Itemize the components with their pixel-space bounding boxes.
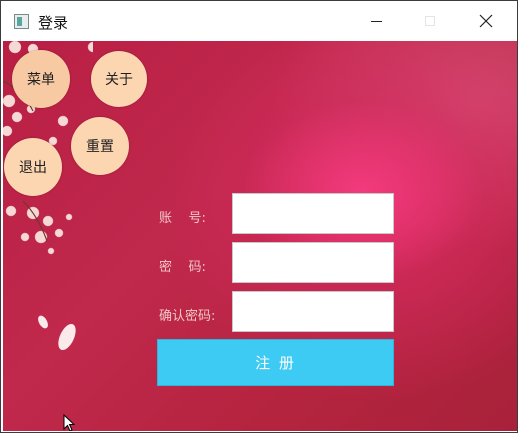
confirm-password-input[interactable] [232,291,394,332]
minimize-icon [370,20,382,22]
password-label: 密 码: [159,260,206,275]
window-title: 登录 [38,14,69,32]
maximize-button [407,1,453,41]
close-icon [479,14,493,28]
account-input[interactable] [232,193,394,234]
title-bar[interactable]: 登录 [1,1,517,41]
login-window: 登录 菜单 关于 重置 退出 账 号: 密 码: 确认密码: 注 册 [0,0,518,433]
register-button[interactable]: 注 册 [157,339,394,386]
confirm-password-label: 确认密码: [159,309,216,324]
maximize-icon [425,16,435,26]
close-button[interactable] [463,1,509,41]
password-input[interactable] [232,242,394,283]
menu-button[interactable]: 菜单 [12,50,70,108]
app-icon [14,14,29,29]
mouse-cursor-icon [63,414,75,431]
exit-button[interactable]: 退出 [4,138,62,196]
client-area: 菜单 关于 重置 退出 账 号: 密 码: 确认密码: 注 册 [3,41,517,431]
reset-button[interactable]: 重置 [71,117,129,175]
about-button[interactable]: 关于 [91,51,147,107]
minimize-button[interactable] [353,1,399,41]
account-label: 账 号: [159,211,206,226]
